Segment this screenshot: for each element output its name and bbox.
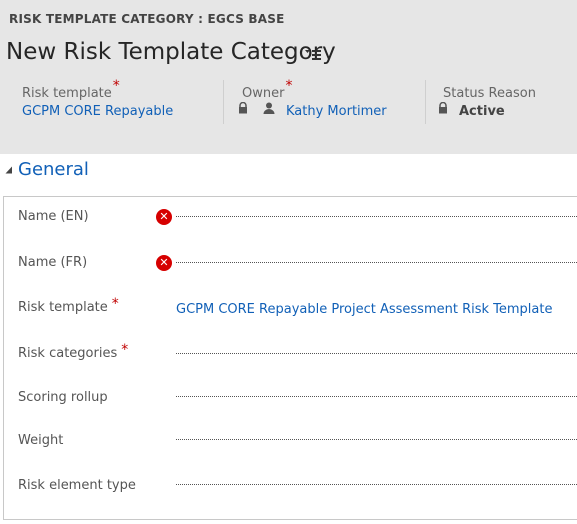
- risk-element-type-input[interactable]: [176, 474, 577, 485]
- section-title-general[interactable]: General: [18, 159, 89, 180]
- form-row-risk-template: Risk template * GCPM CORE Repayable Proje…: [0, 296, 577, 321]
- header-risk-template-link[interactable]: GCPM CORE Repayable: [22, 104, 173, 119]
- lock-icon: [239, 102, 247, 114]
- form-row-name-fr: Name (FR) ✕: [0, 251, 577, 275]
- form-row-weight: Weight: [0, 429, 577, 453]
- field-label-risk-element-type: Risk element type: [18, 478, 136, 493]
- form-header: RISK TEMPLATE CATEGORY : EGCS BASE New R…: [0, 0, 577, 154]
- form-row-risk-categories: Risk categories *: [0, 342, 577, 366]
- header-label-risk-template: Risk template: [22, 86, 112, 101]
- field-label-name-en: Name (EN): [18, 209, 89, 224]
- header-owner-link[interactable]: Kathy Mortimer: [286, 104, 387, 119]
- form-row-risk-element-type: Risk element type: [0, 474, 577, 498]
- required-marker: *: [285, 78, 293, 94]
- weight-input[interactable]: [176, 429, 577, 440]
- record-title: New Risk Template Category: [6, 39, 336, 65]
- name-fr-input[interactable]: [176, 251, 577, 263]
- name-en-input[interactable]: [176, 205, 577, 217]
- form-row-scoring-rollup: Scoring rollup: [0, 386, 577, 410]
- form-row-name-en: Name (EN) ✕: [0, 205, 577, 229]
- field-label-scoring-rollup: Scoring rollup: [18, 390, 108, 405]
- header-field-owner: Owner* Kathy Mortimer: [239, 78, 387, 119]
- error-icon: ✕: [156, 255, 172, 271]
- form-menu-icon[interactable]: [304, 46, 322, 64]
- field-label-text: Risk template: [18, 300, 108, 315]
- header-label-status-reason: Status Reason: [443, 86, 536, 101]
- scoring-rollup-input[interactable]: [176, 386, 577, 397]
- user-icon: [263, 102, 275, 114]
- field-label-risk-categories: Risk categories *: [18, 342, 128, 362]
- field-label-risk-template: Risk template *: [18, 296, 119, 316]
- required-marker: *: [112, 78, 120, 94]
- field-label-name-fr: Name (FR): [18, 255, 88, 270]
- risk-categories-input[interactable]: [176, 342, 577, 354]
- field-label-weight: Weight: [18, 433, 64, 448]
- risk-template-lookup-link[interactable]: GCPM CORE Repayable Project Assessment R…: [176, 302, 552, 317]
- header-divider: [223, 80, 224, 124]
- entity-title: RISK TEMPLATE CATEGORY : EGCS BASE: [9, 12, 285, 26]
- header-status-reason-value: Active: [459, 104, 505, 119]
- required-marker: *: [111, 296, 119, 312]
- header-label-owner: Owner: [242, 86, 285, 101]
- header-field-status-reason: Status Reason Active: [439, 82, 536, 119]
- header-divider: [425, 80, 426, 124]
- error-icon: ✕: [156, 209, 172, 225]
- lock-icon: [439, 102, 447, 114]
- collapse-triangle-icon[interactable]: [5, 166, 13, 174]
- required-marker: *: [121, 342, 129, 358]
- field-label-text: Risk categories: [18, 346, 118, 361]
- header-field-risk-template: Risk template* GCPM CORE Repayable: [22, 78, 173, 119]
